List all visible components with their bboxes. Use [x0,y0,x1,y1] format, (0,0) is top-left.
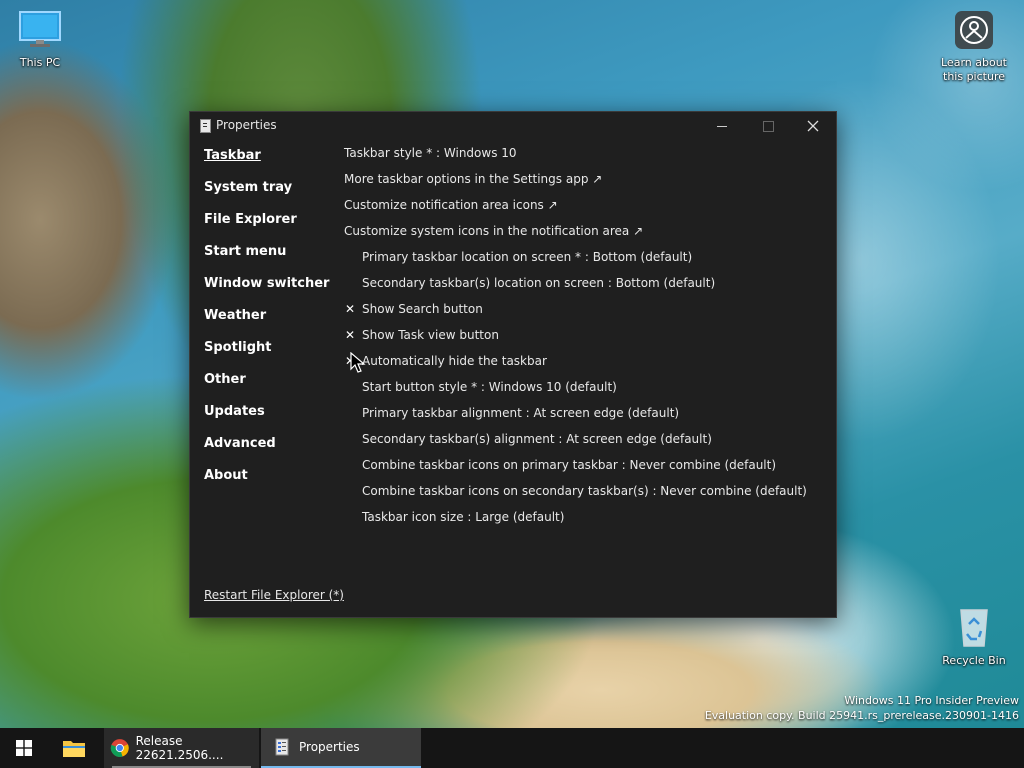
nav-item-other[interactable]: Other [204,372,329,404]
nav-item-system-tray[interactable]: System tray [204,180,329,212]
close-button[interactable] [790,112,836,140]
option-start-button-style[interactable]: Start button style * : Windows 10 (defau… [362,380,617,394]
option-taskbar-style[interactable]: Taskbar style * : Windows 10 [344,146,517,160]
desktop-icon-recycle-bin[interactable]: Recycle Bin [936,604,1012,668]
option-primary-taskbar-alignment[interactable]: Primary taskbar alignment : At screen ed… [362,406,679,420]
taskbar-properties-window[interactable]: Properties [261,728,421,768]
properties-icon [275,738,289,756]
option-customize-notification-icons-link[interactable]: Customize notification area icons ↗ [344,198,558,212]
minimize-button[interactable] [699,112,745,140]
desktop-icon-label: Recycle Bin [942,654,1006,667]
nav-item-taskbar[interactable]: Taskbar [204,148,329,180]
desktop-icon-label: This PC [19,56,61,69]
window-titlebar[interactable]: Properties [190,112,836,140]
file-explorer-icon [63,741,85,757]
taskbar: Release 22621.2506.... Properties [0,728,1024,768]
option-combine-secondary[interactable]: Combine taskbar icons on secondary taskb… [362,484,807,498]
learn-about-picture-icon [955,11,993,49]
nav-item-updates[interactable]: Updates [204,404,329,436]
monitor-icon [19,11,61,47]
checkbox-show-task-view[interactable]: ✕ [345,328,355,342]
maximize-button[interactable] [745,112,791,140]
nav-item-file-explorer[interactable]: File Explorer [204,212,329,244]
taskbar-file-explorer[interactable] [52,728,96,768]
option-show-task-view-button[interactable]: Show Task view button [362,328,499,342]
option-more-taskbar-options-link[interactable]: More taskbar options in the Settings app… [344,172,602,186]
insider-watermark-line1: Windows 11 Pro Insider Preview [844,694,1019,707]
insider-watermark-line2: Evaluation copy. Build 25941.rs_prerelea… [704,709,1019,722]
option-primary-taskbar-location[interactable]: Primary taskbar location on screen * : B… [362,250,692,264]
windows-start-icon [16,740,32,756]
nav-item-start-menu[interactable]: Start menu [204,244,329,276]
option-combine-primary[interactable]: Combine taskbar icons on primary taskbar… [362,458,776,472]
nav-item-advanced[interactable]: Advanced [204,436,329,468]
minimize-icon [717,125,727,127]
nav-item-window-switcher[interactable]: Window switcher [204,276,329,308]
restart-file-explorer-link[interactable]: Restart File Explorer (*) [204,588,344,602]
desktop-icon-label: Learn about this picture [941,56,1007,83]
option-taskbar-icon-size[interactable]: Taskbar icon size : Large (default) [362,510,564,524]
option-secondary-taskbar-alignment[interactable]: Secondary taskbar(s) alignment : At scre… [362,432,712,446]
desktop-icon-this-pc[interactable]: This PC [2,10,78,70]
nav-item-spotlight[interactable]: Spotlight [204,340,329,372]
nav-item-weather[interactable]: Weather [204,308,329,340]
close-icon [807,120,819,132]
taskbar-properties-label: Properties [299,740,360,754]
option-secondary-taskbar-location[interactable]: Secondary taskbar(s) location on screen … [362,276,715,290]
mouse-cursor-icon [350,352,366,373]
start-button[interactable] [0,728,48,768]
properties-icon [200,119,211,133]
settings-nav: Taskbar System tray File Explorer Start … [204,148,329,500]
option-customize-system-icons-link[interactable]: Customize system icons in the notificati… [344,224,643,238]
properties-window: Properties Taskbar System tray File Expl… [189,111,837,618]
chrome-icon [110,739,129,757]
maximize-icon [762,120,774,132]
taskbar-chrome-label: Release 22621.2506.... [135,734,224,762]
taskbar-chrome-window[interactable]: Release 22621.2506.... [104,728,259,768]
recycle-bin-icon [960,609,988,647]
nav-item-about[interactable]: About [204,468,329,500]
option-auto-hide-taskbar[interactable]: Automatically hide the taskbar [362,354,547,368]
checkbox-show-search[interactable]: ✕ [345,302,355,316]
option-show-search-button[interactable]: Show Search button [362,302,483,316]
window-title: Properties [216,118,277,132]
desktop-icon-learn-about-picture[interactable]: Learn about this picture [936,10,1012,84]
